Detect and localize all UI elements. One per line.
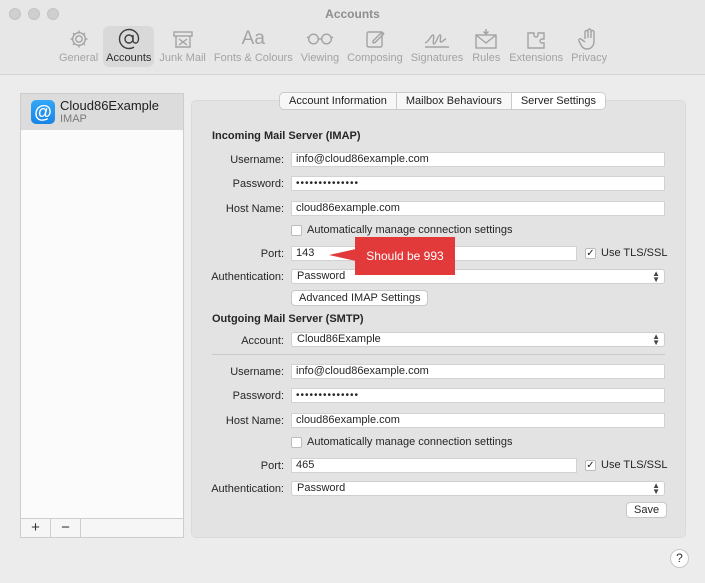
annotation-callout-pointer: [329, 249, 356, 261]
hand-icon: [574, 26, 604, 52]
accounts-list: @ Cloud86Example IMAP: [20, 93, 184, 519]
outgoing-tls-label: Use TLS/SSL: [601, 459, 668, 471]
outgoing-host-field[interactable]: cloud86example.com: [291, 413, 665, 428]
toolbar-rules-label: Rules: [472, 52, 501, 64]
incoming-auto-manage[interactable]: Automatically manage connection settings: [291, 224, 512, 236]
toolbar-junk-mail-label: Junk Mail: [159, 52, 206, 64]
rules-envelope-icon: [471, 26, 501, 52]
outgoing-account-label: Account:: [241, 335, 284, 347]
outgoing-section-title: Outgoing Mail Server (SMTP): [212, 313, 364, 325]
extensions-icon: [521, 26, 551, 52]
tab-mailbox-behaviours[interactable]: Mailbox Behaviours: [397, 93, 512, 109]
outgoing-username-field[interactable]: info@cloud86example.com: [291, 364, 665, 379]
toolbar-viewing-label: Viewing: [300, 52, 340, 64]
outgoing-host-label: Host Name:: [225, 415, 284, 427]
remove-account-button[interactable]: −: [51, 519, 81, 537]
toolbar-rules[interactable]: Rules: [468, 26, 504, 67]
tab-account-information[interactable]: Account Information: [280, 93, 397, 109]
outgoing-account-select[interactable]: Cloud86Example ▲ ▼: [291, 332, 665, 347]
incoming-host-label: Host Name:: [225, 203, 284, 215]
help-button[interactable]: ?: [670, 549, 689, 568]
toolbar-signatures-label: Signatures: [410, 52, 464, 64]
toolbar-general-label: General: [59, 52, 99, 64]
outgoing-port-label: Port:: [260, 460, 284, 472]
incoming-auth-label: Authentication:: [211, 271, 284, 283]
title-bar: Accounts General Accounts Junk Mail Aa F…: [0, 0, 705, 75]
toolbar-fonts-colours-label: Fonts & Colours: [213, 52, 293, 64]
incoming-password-label: Password:: [232, 178, 284, 190]
outgoing-auth-select[interactable]: Password ▲ ▼: [291, 481, 665, 496]
incoming-port-label: Port:: [260, 248, 284, 260]
incoming-tls[interactable]: ✓ Use TLS/SSL: [585, 247, 667, 259]
chevron-updown-icon: ▲ ▼: [652, 481, 660, 496]
outgoing-auto-manage-checkbox[interactable]: [291, 436, 302, 448]
incoming-auth-value: Password: [297, 270, 346, 282]
toolbar-privacy[interactable]: Privacy: [568, 26, 610, 67]
toolbar-privacy-label: Privacy: [571, 52, 608, 64]
save-button[interactable]: Save: [626, 502, 668, 518]
outgoing-tls-checkbox[interactable]: ✓: [585, 459, 596, 471]
incoming-auto-manage-label: Automatically manage connection settings: [307, 224, 513, 236]
outgoing-auth-label: Authentication:: [211, 483, 284, 495]
toolbar-fonts-colours[interactable]: Aa Fonts & Colours: [211, 26, 296, 67]
window-title: Accounts: [325, 7, 380, 21]
accounts-list-footer: + −: [20, 518, 184, 538]
chevron-updown-icon: ▲ ▼: [652, 332, 660, 347]
toolbar-accounts[interactable]: Accounts: [103, 26, 155, 67]
outgoing-tls[interactable]: ✓ Use TLS/SSL: [585, 459, 667, 471]
account-name: Cloud86Example: [60, 98, 160, 113]
outgoing-password-field[interactable]: ••••••••••••••: [291, 388, 665, 403]
incoming-host-field[interactable]: cloud86example.com: [291, 201, 665, 216]
accounts-window: Accounts General Accounts Junk Mail Aa F…: [0, 0, 705, 583]
section-divider: [212, 354, 665, 355]
outgoing-password-label: Password:: [232, 390, 284, 402]
outgoing-auto-manage-label: Automatically manage connection settings: [307, 436, 513, 448]
at-sign-account-icon: @: [31, 100, 55, 124]
account-type: IMAP: [60, 113, 87, 125]
toolbar-junk-mail[interactable]: Junk Mail: [156, 26, 208, 67]
outgoing-auto-manage[interactable]: Automatically manage connection settings: [291, 436, 512, 448]
settings-tabs: Account Information Mailbox Behaviours S…: [279, 92, 607, 110]
incoming-auth-select[interactable]: Password ▲ ▼: [291, 269, 665, 284]
junk-mail-icon: [168, 26, 198, 52]
toolbar-extensions[interactable]: Extensions: [506, 26, 566, 67]
incoming-section-title: Incoming Mail Server (IMAP): [212, 130, 361, 142]
annotation-callout: Should be 993: [355, 237, 455, 275]
incoming-username-label: Username:: [230, 154, 284, 166]
outgoing-auth-value: Password: [297, 482, 346, 494]
account-row-cloud86example[interactable]: @ Cloud86Example IMAP: [21, 94, 183, 130]
incoming-auto-manage-checkbox[interactable]: [291, 224, 302, 236]
preferences-toolbar: General Accounts Junk Mail Aa Fonts & Co…: [56, 26, 612, 67]
toolbar-signatures[interactable]: Signatures: [408, 26, 467, 67]
tab-server-settings[interactable]: Server Settings: [511, 93, 606, 109]
toolbar-composing-label: Composing: [347, 52, 403, 64]
incoming-username-field[interactable]: info@cloud86example.com: [291, 152, 665, 167]
glasses-icon: [305, 26, 335, 52]
advanced-imap-settings-button[interactable]: Advanced IMAP Settings: [291, 290, 429, 306]
incoming-tls-label: Use TLS/SSL: [601, 247, 668, 259]
chevron-updown-icon: ▲ ▼: [652, 269, 660, 284]
outgoing-port-field[interactable]: 465: [291, 458, 577, 473]
toolbar-extensions-label: Extensions: [509, 52, 564, 64]
incoming-password-field[interactable]: ••••••••••••••: [291, 176, 665, 191]
toolbar-general[interactable]: General: [56, 26, 101, 67]
at-sign-icon: [114, 26, 144, 52]
toolbar-viewing[interactable]: Viewing: [298, 26, 342, 67]
outgoing-username-label: Username:: [230, 366, 284, 378]
toolbar-accounts-label: Accounts: [106, 52, 152, 64]
outgoing-account-value: Cloud86Example: [297, 333, 381, 345]
fonts-icon: Aa: [241, 28, 265, 49]
add-account-button[interactable]: +: [21, 519, 51, 537]
signature-icon: [422, 26, 452, 52]
gear-icon: [64, 26, 94, 52]
toolbar-composing[interactable]: Composing: [344, 26, 406, 67]
compose-icon: [360, 26, 390, 52]
incoming-tls-checkbox[interactable]: ✓: [585, 247, 596, 259]
